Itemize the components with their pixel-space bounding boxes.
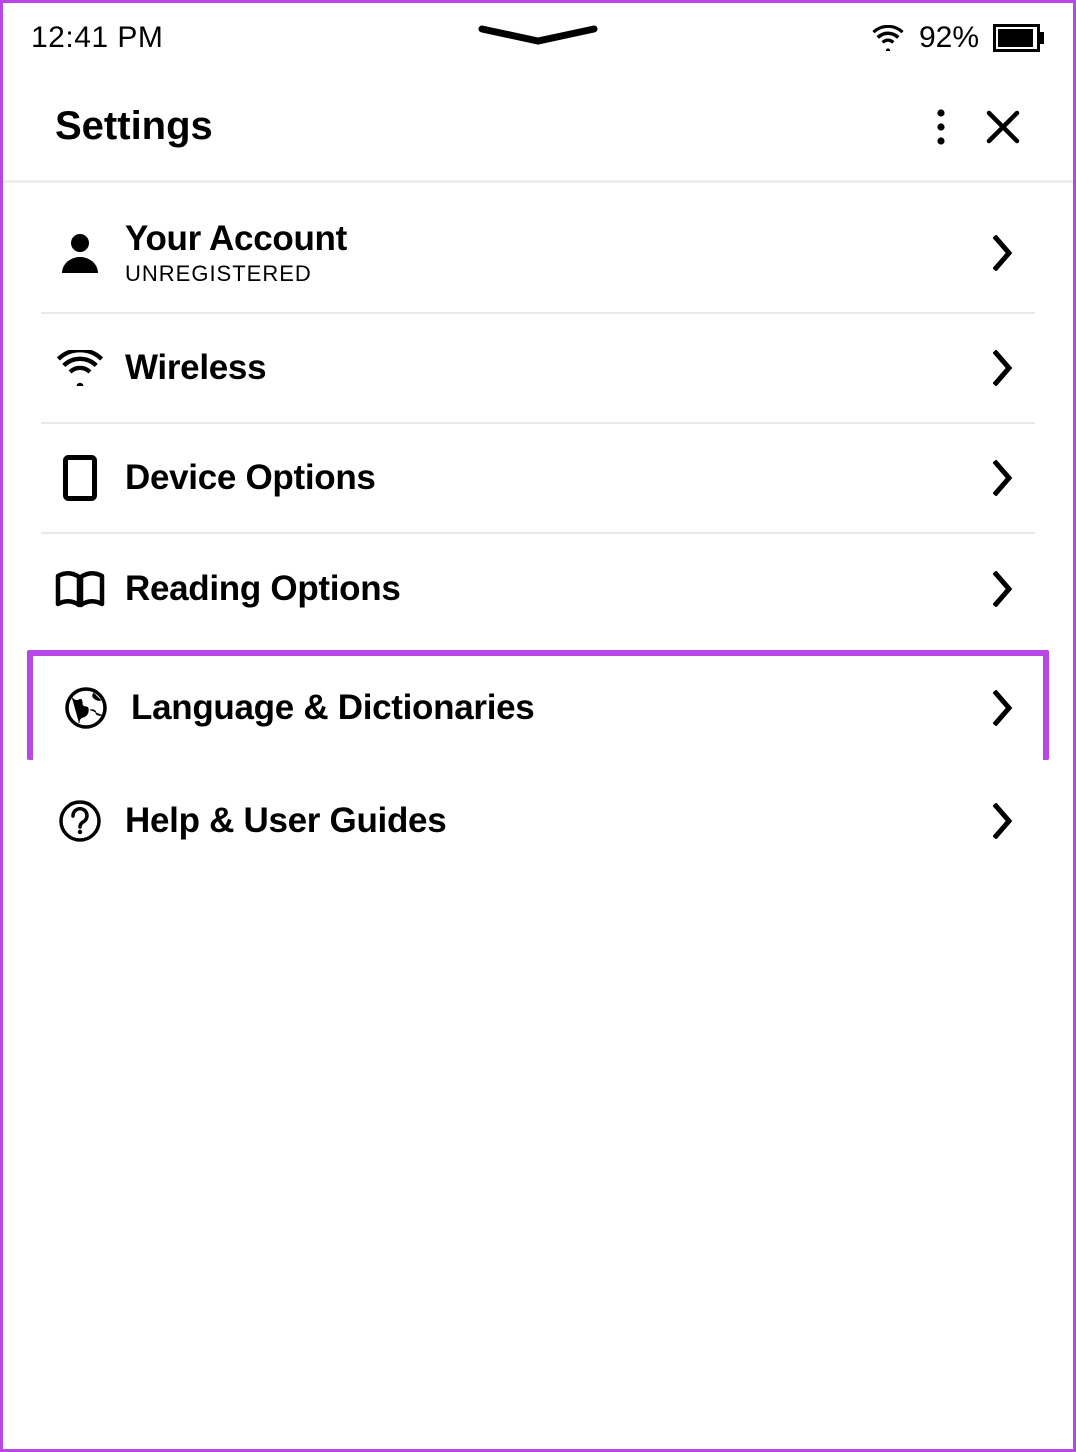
pull-down-handle-icon[interactable]: [478, 25, 598, 47]
status-time: 12:41 PM: [31, 21, 163, 55]
person-icon: [49, 231, 111, 275]
status-bar: 12:41 PM 92%: [3, 3, 1073, 73]
settings-item-device-options[interactable]: Device Options: [41, 424, 1035, 534]
item-title: Language & Dictionaries: [131, 688, 993, 728]
page-header: Settings: [3, 73, 1073, 183]
settings-item-wireless[interactable]: Wireless: [41, 314, 1035, 424]
wifi-icon: [871, 25, 905, 51]
tablet-icon: [49, 455, 111, 501]
settings-item-help[interactable]: Help & User Guides: [41, 766, 1035, 876]
settings-list: Your Account UNREGISTERED Wireless Devic…: [3, 183, 1073, 876]
page-title: Settings: [55, 104, 213, 149]
help-icon: [49, 799, 111, 843]
chevron-right-icon: [993, 803, 1025, 839]
globe-icon: [55, 686, 117, 730]
close-icon[interactable]: [985, 109, 1021, 145]
more-options-icon[interactable]: [935, 107, 947, 147]
chevron-right-icon: [993, 690, 1025, 726]
item-title: Help & User Guides: [125, 801, 993, 841]
item-title: Wireless: [125, 348, 993, 388]
item-title: Device Options: [125, 458, 993, 498]
item-title: Reading Options: [125, 569, 993, 609]
chevron-right-icon: [993, 235, 1025, 271]
battery-percent: 92%: [919, 21, 979, 55]
book-icon: [49, 570, 111, 608]
battery-icon: [993, 24, 1045, 52]
item-subtitle: UNREGISTERED: [125, 261, 993, 287]
chevron-right-icon: [993, 350, 1025, 386]
chevron-right-icon: [993, 460, 1025, 496]
settings-item-language-dictionaries[interactable]: Language & Dictionaries: [27, 650, 1049, 760]
wifi-icon: [49, 350, 111, 386]
settings-item-your-account[interactable]: Your Account UNREGISTERED: [41, 183, 1035, 314]
item-title: Your Account: [125, 219, 993, 259]
settings-item-reading-options[interactable]: Reading Options: [41, 534, 1035, 644]
chevron-right-icon: [993, 571, 1025, 607]
